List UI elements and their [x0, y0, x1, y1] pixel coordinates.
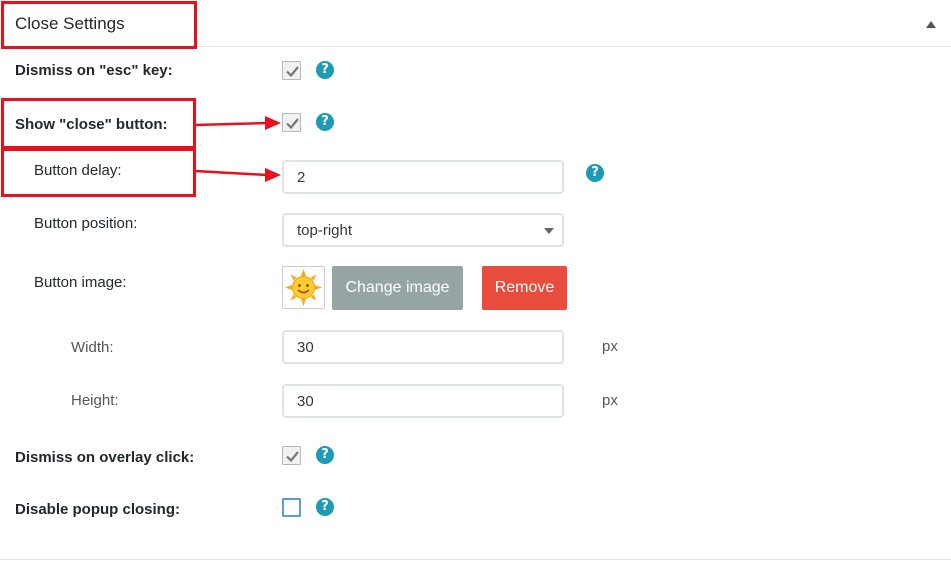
dismiss-overlay-checkbox[interactable] [282, 446, 301, 465]
dismiss-esc-label: Dismiss on "esc" key: [15, 62, 173, 79]
button-position-label: Button position: [34, 215, 138, 232]
width-input[interactable]: 30 [282, 330, 564, 364]
button-position-select[interactable]: top-right [282, 213, 564, 247]
dismiss-esc-checkbox[interactable] [282, 61, 301, 80]
arrow-icon [194, 168, 281, 182]
button-delay-input[interactable]: 2 [282, 160, 564, 194]
disable-closing-checkbox[interactable] [282, 498, 301, 517]
arrow-icon [194, 116, 281, 130]
help-icon[interactable]: ? [586, 164, 604, 182]
checkmark-icon [286, 118, 299, 130]
highlight-box-title [1, 1, 197, 49]
help-icon[interactable]: ? [316, 446, 334, 464]
button-image-thumbnail [282, 266, 325, 309]
change-image-button[interactable]: Change image [332, 266, 463, 310]
disable-closing-label: Disable popup closing: [15, 501, 181, 518]
help-icon[interactable]: ? [316, 113, 334, 131]
sun-icon [285, 269, 322, 306]
height-input[interactable]: 30 [282, 384, 564, 418]
help-icon[interactable]: ? [316, 61, 334, 79]
checkmark-icon [286, 451, 299, 463]
width-unit: px [602, 338, 618, 355]
chevron-down-icon[interactable] [544, 228, 554, 234]
help-icon[interactable]: ? [316, 498, 334, 516]
height-unit: px [602, 392, 618, 409]
panel-divider [0, 559, 951, 560]
highlight-box-show-close [1, 98, 196, 149]
show-close-checkbox[interactable] [282, 113, 301, 132]
height-label: Height: [71, 392, 119, 409]
width-label: Width: [71, 339, 114, 356]
dismiss-overlay-label: Dismiss on overlay click: [15, 449, 195, 466]
button-image-label: Button image: [34, 274, 127, 291]
triangle-up-icon[interactable] [926, 21, 936, 28]
highlight-box-button-delay [1, 148, 196, 197]
close-settings-panel: Close Settings Dismiss on "esc" key: ? S… [0, 0, 951, 561]
checkmark-icon [286, 66, 299, 78]
remove-image-button[interactable]: Remove [482, 266, 567, 310]
